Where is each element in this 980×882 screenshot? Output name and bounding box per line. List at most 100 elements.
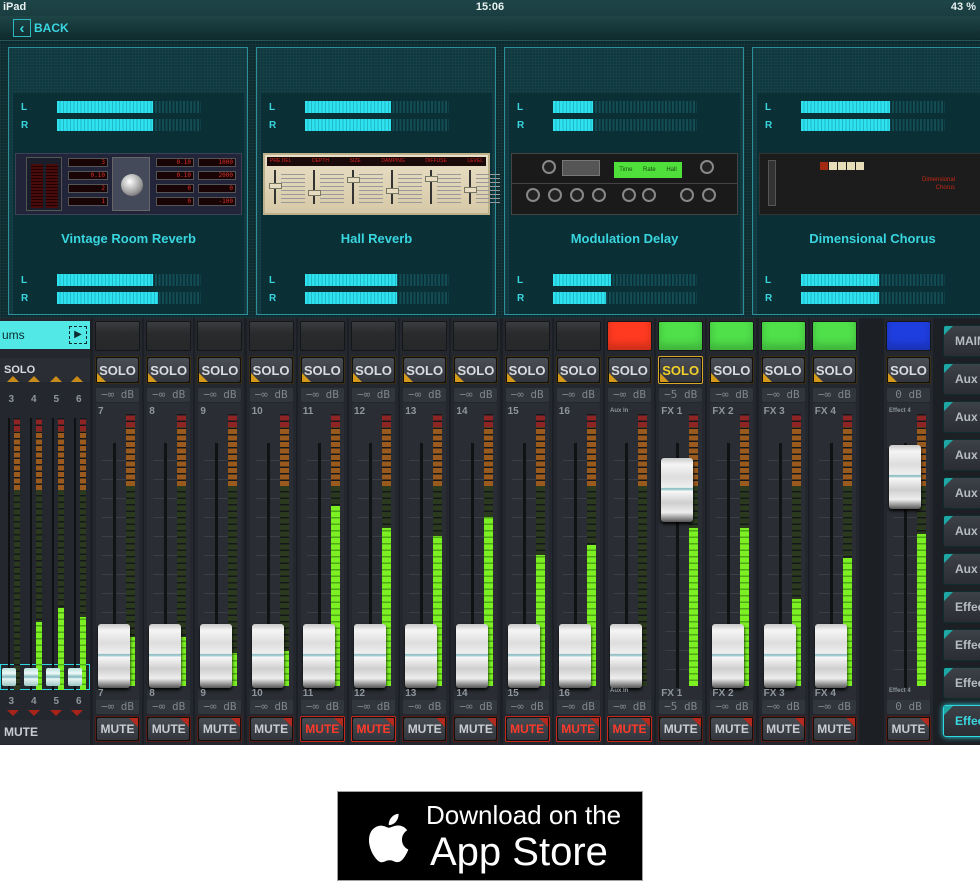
bus-button[interactable]: Aux 1 [943,363,980,395]
channel-fader[interactable] [405,624,438,688]
mute-button[interactable]: MUTE [658,716,704,742]
channel-fader[interactable] [558,624,591,688]
mute-button[interactable]: MUTE [146,716,192,742]
effect-slot[interactable]: L R L R Dimensional Chorus Dimensional Chorus [752,47,980,315]
solo-button[interactable]: SOLO [504,356,550,384]
group-tab[interactable]: ums ▶ [0,321,90,349]
mute-button[interactable]: MUTE [453,716,499,742]
solo-button[interactable]: SOLO [709,356,755,384]
group-mute-button[interactable]: MUTE [0,720,90,744]
channel-color-tab[interactable] [197,321,243,351]
mini-fader[interactable] [68,668,82,686]
device-slider[interactable] [308,189,321,196]
device-slider[interactable] [464,186,477,193]
app-store-badge[interactable]: Download on the App Store [337,791,643,881]
mute-button[interactable]: MUTE [811,716,857,742]
bus-button[interactable]: Effect 3 [943,667,980,699]
mode-button[interactable] [838,162,846,170]
channel-color-tab[interactable] [453,321,499,351]
device-slider[interactable] [269,182,282,189]
channel-fader[interactable] [200,624,233,688]
device-knob[interactable] [642,188,656,202]
device-knob[interactable] [121,174,143,196]
solo-button[interactable]: SOLO [95,356,140,384]
solo-button[interactable]: SOLO [248,356,294,384]
solo-button[interactable]: SOLO [197,356,243,384]
solo-button[interactable]: SOLO [146,356,192,384]
channel-color-tab[interactable] [504,321,550,351]
channel-fader[interactable] [354,624,386,688]
mute-button[interactable]: MUTE [760,716,806,742]
mute-button[interactable]: MUTE [886,716,931,742]
channel-color-tab[interactable] [886,321,931,351]
channel-color-tab[interactable] [555,321,601,351]
channel-fader[interactable] [251,624,284,688]
mini-fader[interactable] [24,668,38,686]
effect-device-chorus[interactable]: Dimensional Chorus [759,153,980,215]
channel-fader[interactable] [889,444,921,509]
channel-fader[interactable] [712,624,745,688]
channel-color-tab[interactable] [351,321,396,351]
bus-button[interactable]: Effect 4 [943,705,980,737]
device-slider[interactable] [386,188,399,195]
solo-button[interactable]: SOLO [402,356,448,384]
channel-color-tab[interactable] [402,321,448,351]
effect-device-mod[interactable]: Time Rate Hall [511,153,738,215]
device-slider[interactable] [347,177,360,183]
device-switch[interactable] [562,160,600,176]
mute-button[interactable]: MUTE [351,716,396,742]
mode-button[interactable] [847,162,855,170]
solo-button[interactable]: SOLO [886,356,931,384]
effect-slot[interactable]: L R L R 3 0.10 2 1 0.10 0.10 0 0 1000 2000 0 -100 Vintag… [8,47,248,315]
device-knob[interactable] [622,188,636,202]
device-knob[interactable] [570,188,584,202]
solo-button[interactable]: SOLO [607,356,652,384]
solo-button[interactable]: SOLO [658,356,704,384]
device-slider[interactable] [425,175,438,182]
channel-color-tab[interactable] [146,321,192,351]
device-knob[interactable] [592,188,606,202]
bus-button[interactable]: Aux 4 [943,477,980,509]
channel-fader[interactable] [302,624,335,688]
mute-button[interactable]: MUTE [504,716,550,742]
solo-button[interactable]: SOLO [811,356,857,384]
channel-color-tab[interactable] [709,321,755,351]
bus-button[interactable]: MAIN [943,325,980,357]
mute-button[interactable]: MUTE [555,716,601,742]
channel-fader[interactable] [507,624,540,688]
device-knob[interactable] [700,160,714,174]
bus-button[interactable]: Aux 3 [943,439,980,471]
device-knob[interactable] [680,188,694,202]
solo-button[interactable]: SOLO [299,356,345,384]
back-button[interactable]: ‹ BACK [13,19,69,37]
device-knob[interactable] [548,188,562,202]
channel-fader[interactable] [763,624,796,688]
solo-button[interactable]: SOLO [555,356,601,384]
mute-button[interactable]: MUTE [402,716,448,742]
channel-color-tab[interactable] [607,321,652,351]
solo-button[interactable]: SOLO [453,356,499,384]
channel-fader[interactable] [814,624,847,688]
channel-fader[interactable] [98,624,130,688]
mode-button[interactable] [856,162,864,170]
bus-button[interactable]: Effect 1 [943,591,980,623]
mute-button[interactable]: MUTE [95,716,140,742]
device-knob[interactable] [542,160,556,174]
mode-button[interactable] [820,162,828,170]
mute-button[interactable]: MUTE [248,716,294,742]
channel-fader[interactable] [610,624,642,688]
effect-slot[interactable]: L R L R PRE DEL DEPTH SIZE DAMPING DIFFUSE LEVEL H… [256,47,500,315]
mute-button[interactable]: MUTE [709,716,755,742]
device-slider[interactable] [768,160,776,206]
bus-button[interactable]: Aux 6 [943,553,980,585]
mini-fader[interactable] [2,668,16,686]
bus-button[interactable]: Effect 2 [943,629,980,661]
effect-device-vintage[interactable]: 3 0.10 2 1 0.10 0.10 0 0 1000 2000 0 -100 [15,153,242,215]
channel-color-tab[interactable] [760,321,806,351]
channel-fader[interactable] [456,624,489,688]
solo-button[interactable]: SOLO [760,356,806,384]
channel-color-tab[interactable] [811,321,857,351]
effect-device-hall[interactable]: PRE DEL DEPTH SIZE DAMPING DIFFUSE LEVEL [263,153,500,215]
play-icon[interactable]: ▶ [69,326,87,344]
solo-button[interactable]: SOLO [351,356,396,384]
